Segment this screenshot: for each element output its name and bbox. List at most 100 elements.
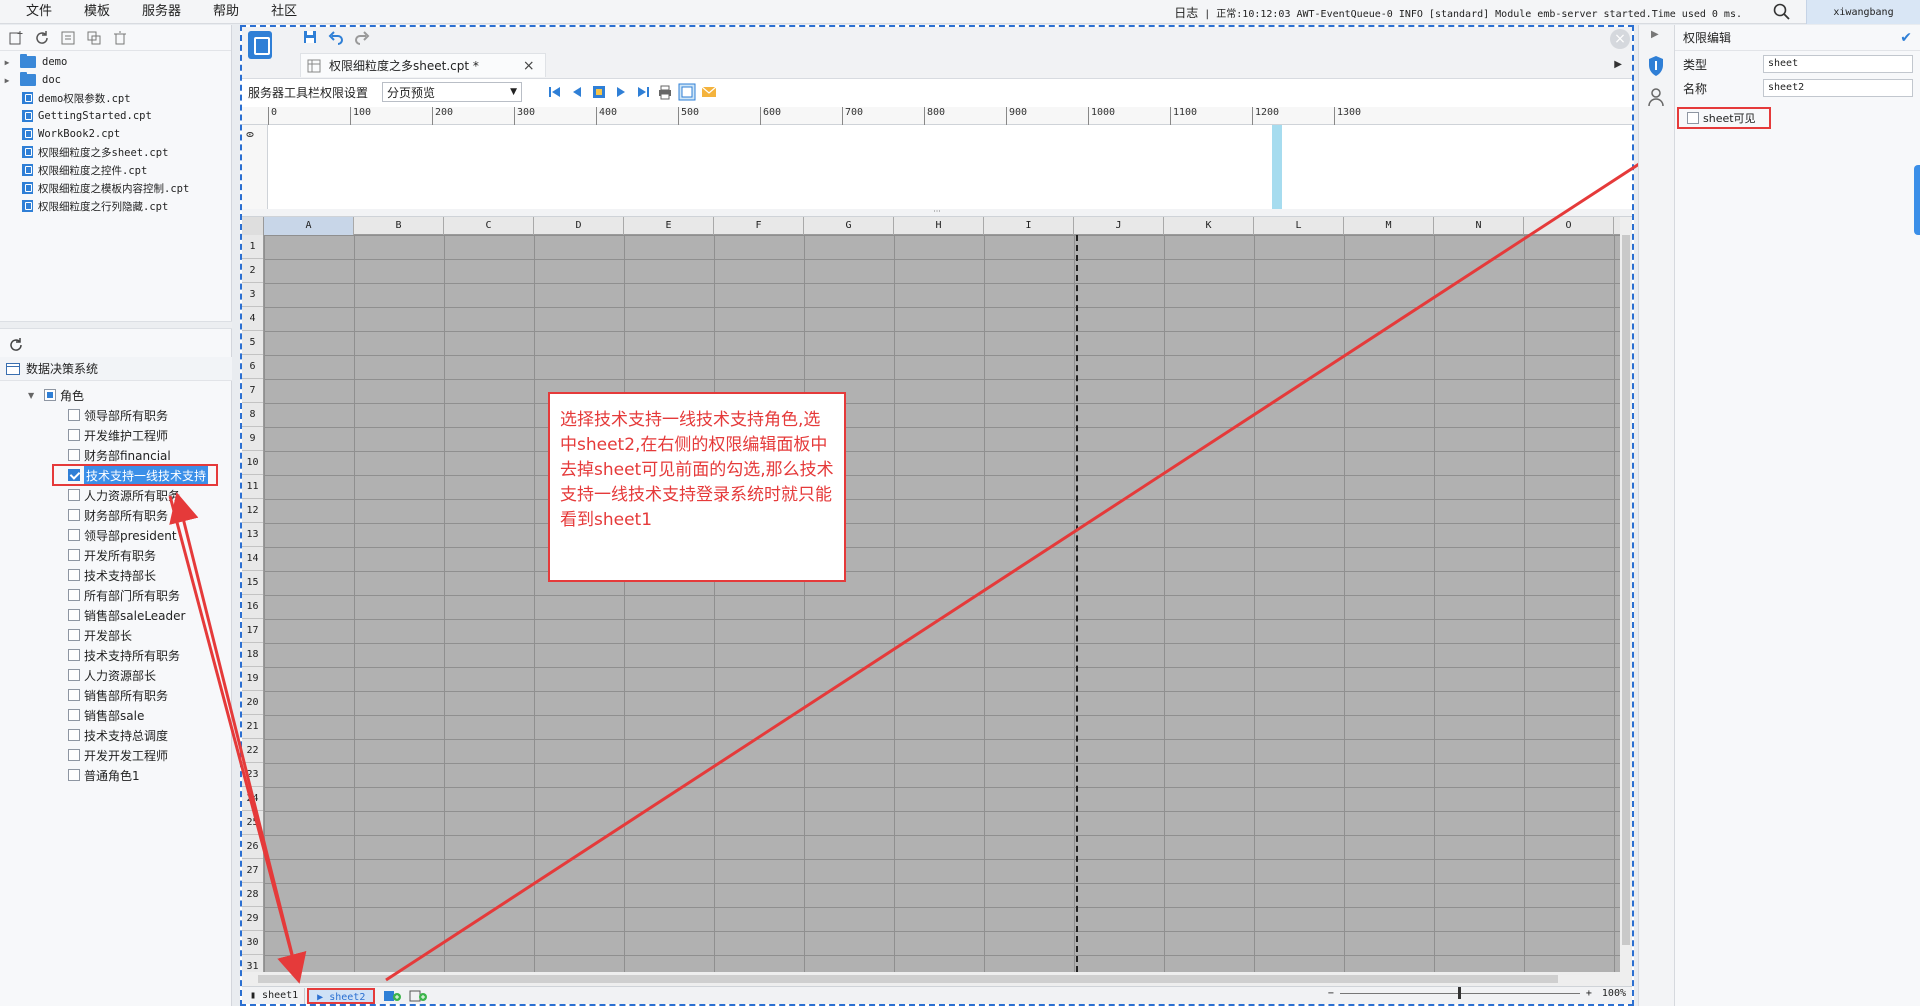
page-view-icon[interactable]	[590, 83, 608, 101]
role-root[interactable]: ▼ 角色	[0, 385, 232, 405]
role-checkbox[interactable]	[68, 569, 80, 581]
role-checkbox[interactable]	[68, 509, 80, 521]
row-header[interactable]: 13	[242, 523, 263, 547]
role-checkbox[interactable]	[68, 609, 80, 621]
row-header[interactable]: 14	[242, 547, 263, 571]
column-header[interactable]: J	[1074, 217, 1164, 235]
first-page-icon[interactable]	[546, 83, 564, 101]
tree-file[interactable]: 权限细粒度之控件.cpt	[0, 161, 231, 179]
column-header[interactable]: O	[1524, 217, 1614, 235]
tree-folder-demo[interactable]: ▶ demo	[0, 53, 231, 71]
row-header[interactable]: 1	[242, 235, 263, 259]
save-icon[interactable]	[302, 29, 318, 45]
sheet-tab-sheet2[interactable]: ▶ sheet2	[307, 987, 376, 1004]
search-icon[interactable]	[1772, 2, 1792, 22]
confirm-check-icon[interactable]: ✔	[1900, 30, 1912, 46]
tree-file[interactable]: 权限细粒度之行列隐藏.cpt	[0, 197, 231, 215]
column-header[interactable]: B	[354, 217, 444, 235]
role-checkbox[interactable]	[68, 589, 80, 601]
row-header[interactable]: 19	[242, 667, 263, 691]
role-item[interactable]: 财务部所有职务	[0, 505, 232, 525]
role-checkbox[interactable]	[68, 689, 80, 701]
menu-template[interactable]: 模板	[68, 0, 126, 24]
row-header[interactable]: 24	[242, 787, 263, 811]
column-header[interactable]: C	[444, 217, 534, 235]
decision-system-header[interactable]: 数据决策系统	[0, 357, 232, 381]
delete-icon[interactable]	[112, 30, 128, 46]
close-editor-icon[interactable]: ×	[1610, 29, 1630, 49]
tree-file[interactable]: 权限细粒度之模板内容控制.cpt	[0, 179, 231, 197]
row-header[interactable]: 29	[242, 907, 263, 931]
row-header[interactable]: 9	[242, 427, 263, 451]
edit-icon[interactable]	[60, 30, 76, 46]
role-item[interactable]: 领导部所有职务	[0, 405, 232, 425]
role-checkbox[interactable]	[68, 449, 80, 461]
next-page-icon[interactable]	[612, 83, 630, 101]
zoom-in-button[interactable]: +	[1586, 988, 1592, 999]
undo-icon[interactable]	[328, 29, 344, 45]
role-item[interactable]: 技术支持一线技术支持	[0, 464, 232, 486]
row-header[interactable]: 16	[242, 595, 263, 619]
panel-splitter[interactable]	[0, 321, 232, 329]
tree-folder-doc[interactable]: ▶ doc	[0, 71, 231, 89]
horizontal-scrollbar[interactable]	[242, 972, 1632, 986]
row-header[interactable]: 23	[242, 763, 263, 787]
prev-page-icon[interactable]	[568, 83, 586, 101]
tree-file[interactable]: WorkBook2.cpt	[0, 125, 231, 143]
report-designer-icon[interactable]	[248, 31, 272, 59]
role-item[interactable]: 财务部financial	[0, 445, 232, 465]
email-icon[interactable]	[700, 83, 718, 101]
log-link[interactable]: 日志	[1174, 4, 1198, 21]
zoom-slider-handle[interactable]	[1457, 987, 1461, 999]
spreadsheet-grid[interactable]: ABCDEFGHIJKLMNO 1 2 3 4 5 6 7 8 9 10 11 12 13 14 15 16 1…	[242, 217, 1620, 972]
row-header[interactable]: 20	[242, 691, 263, 715]
role-checkbox[interactable]	[68, 709, 80, 721]
column-header[interactable]: I	[984, 217, 1074, 235]
column-header[interactable]: A	[264, 217, 354, 235]
row-header[interactable]: 30	[242, 931, 263, 955]
role-item[interactable]: 技术支持所有职务	[0, 645, 232, 665]
row-header[interactable]: 26	[242, 835, 263, 859]
role-item[interactable]: 开发维护工程师	[0, 425, 232, 445]
role-item[interactable]: 开发部长	[0, 625, 232, 645]
row-header[interactable]: 8	[242, 403, 263, 427]
role-item[interactable]: 销售部所有职务	[0, 685, 232, 705]
role-item[interactable]: 开发所有职务	[0, 545, 232, 565]
role-item[interactable]: 普通角色1	[0, 765, 232, 785]
chevron-right-icon[interactable]: ▶	[0, 76, 14, 85]
role-checkbox[interactable]	[68, 729, 80, 741]
add-report-icon[interactable]	[409, 990, 428, 1002]
role-item[interactable]: 销售部sale	[0, 705, 232, 725]
row-header[interactable]: 15	[242, 571, 263, 595]
column-header[interactable]: D	[534, 217, 624, 235]
row-header[interactable]: 3	[242, 283, 263, 307]
refresh-icon[interactable]	[34, 30, 50, 46]
menu-community[interactable]: 社区	[255, 0, 313, 24]
role-checkbox[interactable]	[68, 429, 80, 441]
preview-mode-select[interactable]: 分页预览 ▼	[382, 82, 523, 102]
export-icon[interactable]	[678, 83, 696, 101]
role-checkbox[interactable]	[68, 769, 80, 781]
role-checkbox[interactable]	[68, 409, 80, 421]
role-checkbox[interactable]	[68, 489, 80, 501]
row-header[interactable]: 6	[242, 355, 263, 379]
refresh-icon[interactable]	[8, 337, 24, 353]
role-item[interactable]: 人力资源所有职务	[0, 485, 232, 505]
menu-file[interactable]: 文件	[0, 0, 68, 24]
role-checkbox[interactable]	[68, 649, 80, 661]
role-item[interactable]: 销售部saleLeader	[0, 605, 232, 625]
role-item[interactable]: 人力资源部长	[0, 665, 232, 685]
row-header[interactable]: 5	[242, 331, 263, 355]
sheet-tab-sheet1[interactable]: ▮ sheet1	[244, 987, 306, 1004]
row-header[interactable]: 17	[242, 619, 263, 643]
row-header[interactable]: 11	[242, 475, 263, 499]
tree-file[interactable]: GettingStarted.cpt	[0, 107, 231, 125]
row-header[interactable]: 12	[242, 499, 263, 523]
role-item[interactable]: 开发开发工程师	[0, 745, 232, 765]
print-icon[interactable]	[656, 83, 674, 101]
row-header[interactable]: 21	[242, 715, 263, 739]
column-header[interactable]: F	[714, 217, 804, 235]
scroll-thumb[interactable]	[1622, 235, 1630, 945]
role-root-checkbox[interactable]	[44, 389, 56, 401]
new-file-icon[interactable]	[8, 30, 24, 46]
